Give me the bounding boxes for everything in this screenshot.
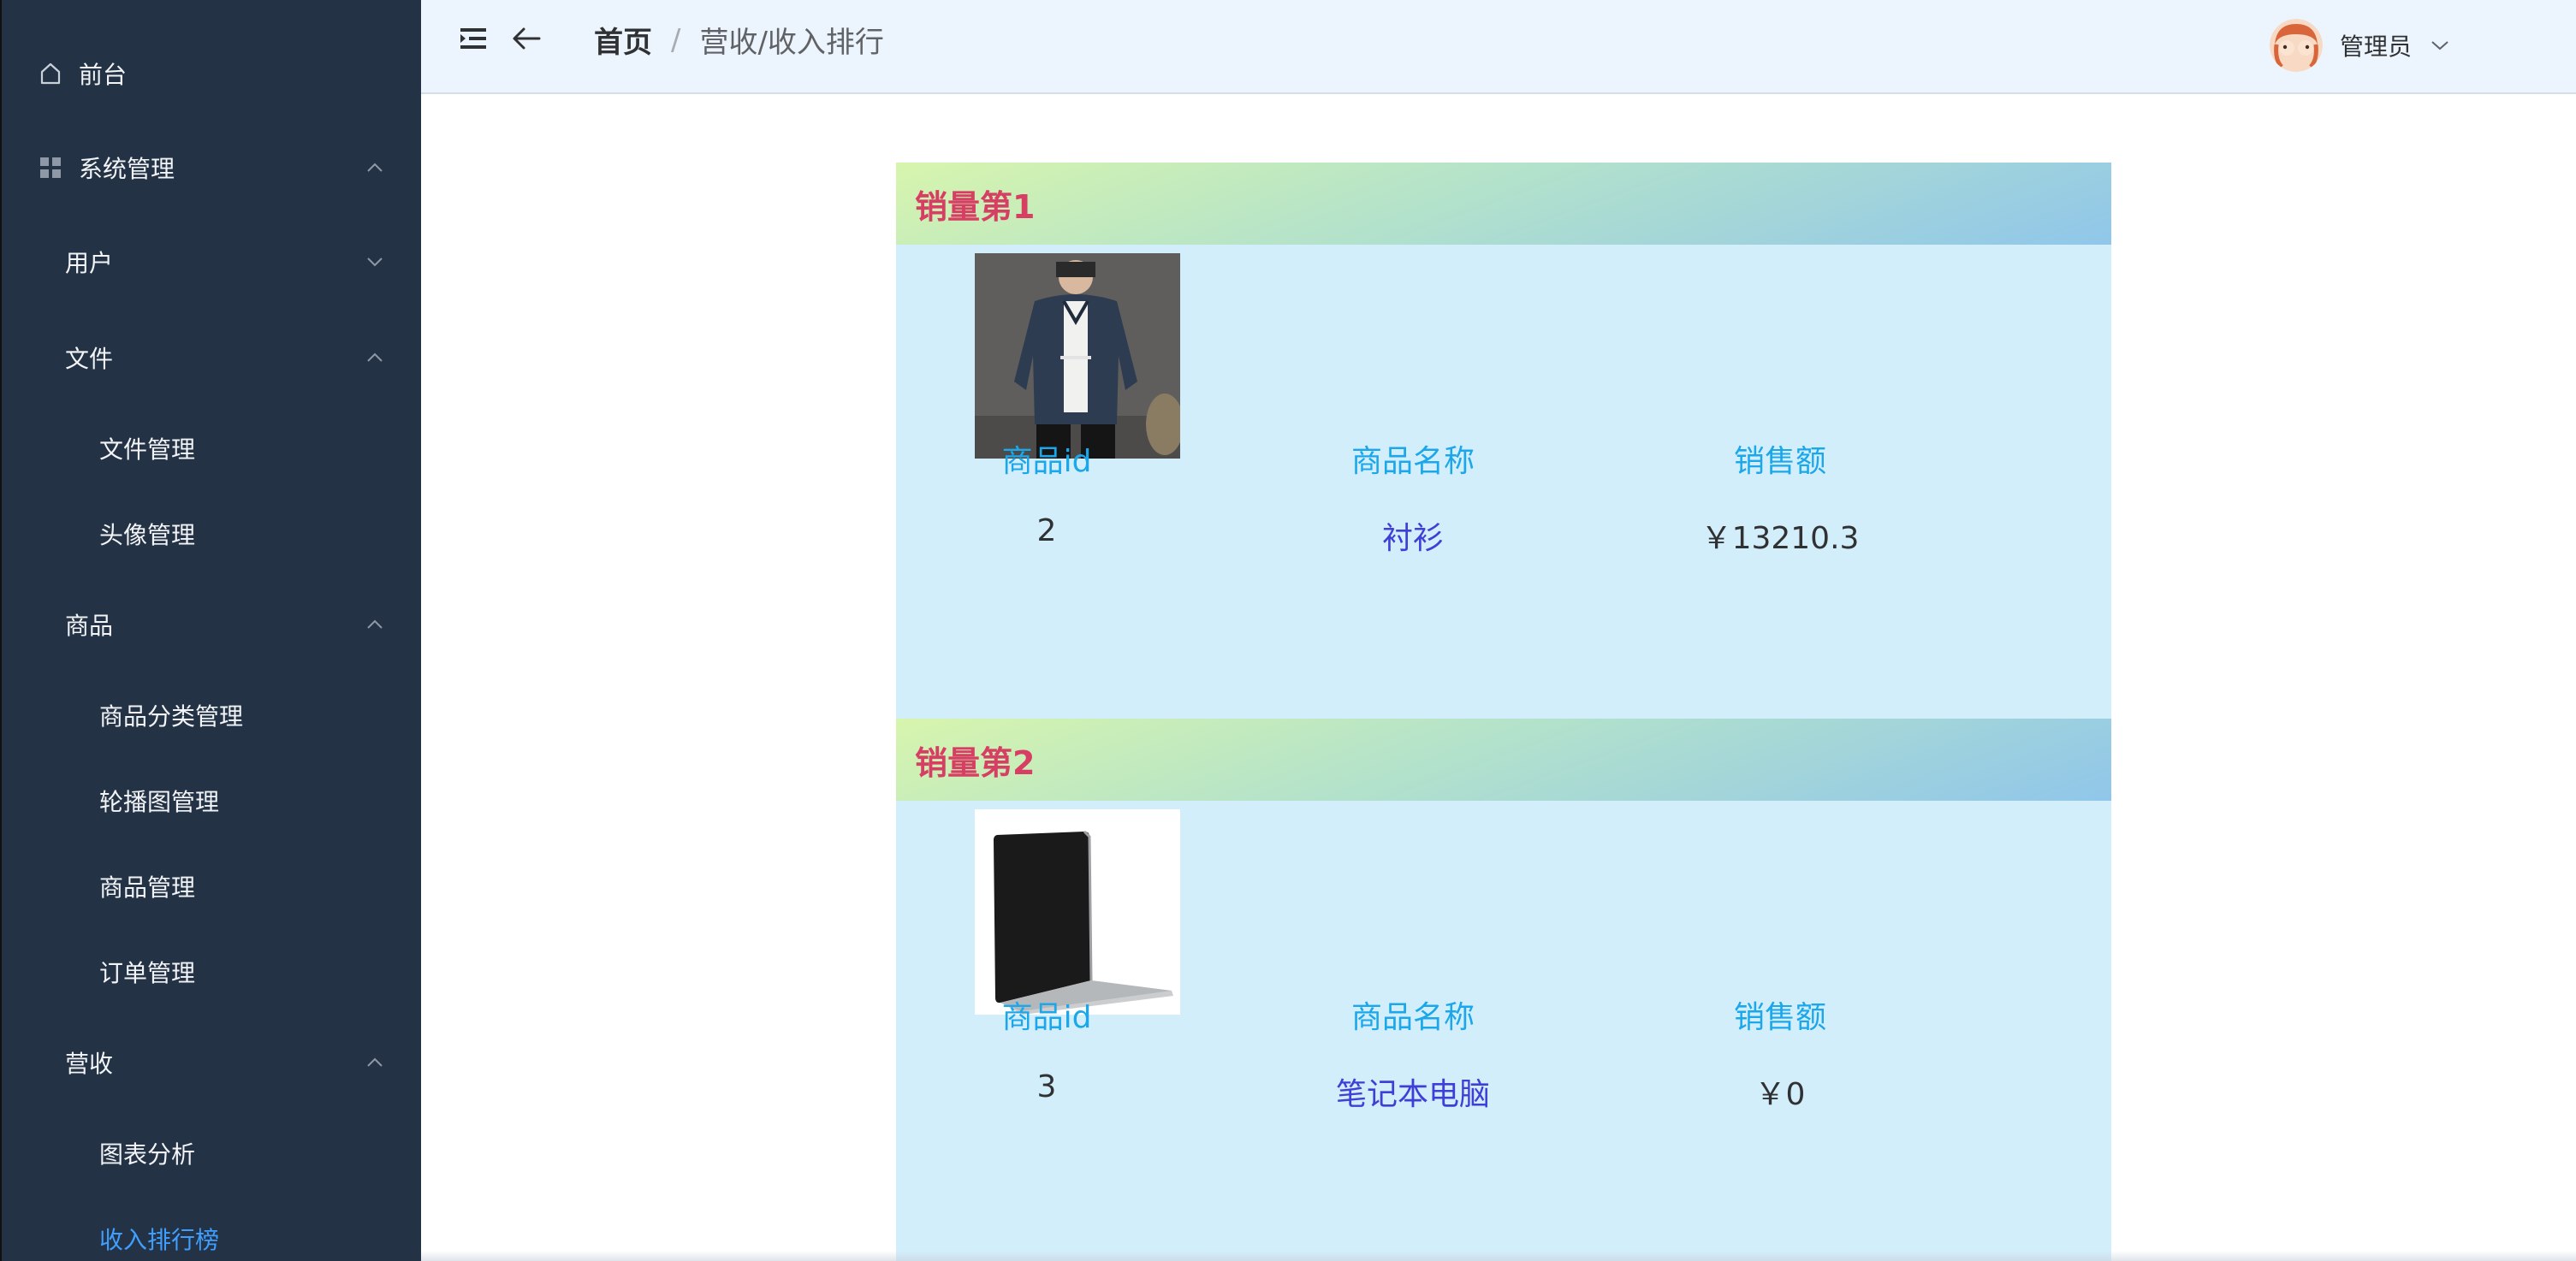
- column-header-product-id: 商品id: [1001, 1000, 1092, 1035]
- menu-fold-icon[interactable]: [459, 26, 488, 51]
- column-header-product-id: 商品id: [1001, 444, 1092, 479]
- column-header-sales: 销售额: [1733, 1000, 1827, 1035]
- sidebar-item-avatar-management[interactable]: 头像管理: [2, 510, 421, 558]
- sidebar-item-label: 文件: [65, 345, 114, 373]
- sidebar-item-label: 图表分析: [99, 1140, 196, 1169]
- chevron-up-icon: [367, 619, 383, 629]
- sidebar-item-label: 收入排行榜: [99, 1226, 220, 1254]
- sidebar-item-users[interactable]: 用户: [2, 238, 421, 286]
- sidebar-item-label: 轮播图管理: [99, 788, 220, 816]
- sidebar-item-files[interactable]: 文件: [2, 334, 421, 382]
- product-id-value: 3: [1036, 1069, 1057, 1104]
- chevron-up-icon: [367, 352, 383, 362]
- ranking-title: 销量第2: [915, 743, 1036, 782]
- sidebar-item-label: 头像管理: [99, 521, 196, 549]
- breadcrumb-current: 营收/收入排行: [699, 26, 884, 60]
- ranking-card: 销量第1 商品id 商品名称 销售额 2 衬衫 ￥13210.3: [896, 163, 2111, 719]
- ranking-title: 销量第1: [915, 187, 1036, 226]
- page-bottom-shadow: [421, 1251, 2576, 1261]
- chevron-down-icon: [367, 258, 383, 267]
- chevron-up-icon: [367, 1057, 383, 1067]
- sales-amount-value: ￥13210.3: [1701, 521, 1860, 556]
- sidebar-item-label: 商品管理: [99, 873, 196, 902]
- sidebar-item-label: 用户: [65, 249, 114, 277]
- sidebar-item-revenue-ranking[interactable]: 收入排行榜: [2, 1215, 421, 1261]
- user-dropdown[interactable]: 管理员: [2269, 19, 2449, 72]
- sidebar-item-label: 商品分类管理: [99, 702, 244, 731]
- sidebar-item-label: 商品: [65, 612, 114, 640]
- sidebar-item-goods-management[interactable]: 商品管理: [2, 862, 421, 910]
- avatar-icon: [2269, 19, 2323, 72]
- sidebar-item-label: 营收: [65, 1050, 114, 1078]
- product-name-value: 笔记本电脑: [1335, 1077, 1491, 1112]
- sidebar-item-category-management[interactable]: 商品分类管理: [2, 691, 421, 739]
- breadcrumb-home[interactable]: 首页: [594, 19, 652, 61]
- chevron-down-icon: [2431, 41, 2448, 50]
- sidebar-item-order-management[interactable]: 订单管理: [2, 948, 421, 996]
- ranking-card-header: 销量第2: [896, 719, 2111, 801]
- sidebar-item-label: 文件管理: [99, 435, 196, 464]
- sidebar-item-carousel-management[interactable]: 轮播图管理: [2, 777, 421, 825]
- column-header-product-name: 商品名称: [1350, 1000, 1475, 1035]
- sidebar-item-label: 订单管理: [99, 959, 196, 987]
- sidebar-item-file-management[interactable]: 文件管理: [2, 424, 421, 472]
- ranking-card: 销量第2 商品id 商品名称 销售额 3 笔记本电脑 ￥0: [896, 719, 2111, 1261]
- sidebar-item-system-management[interactable]: 系统管理: [2, 144, 421, 192]
- sidebar-item-label: 系统管理: [79, 155, 175, 183]
- grid-icon: [40, 157, 61, 178]
- home-icon: [40, 62, 61, 85]
- laptop-image: [975, 809, 1180, 1015]
- column-header-product-name: 商品名称: [1350, 444, 1475, 479]
- breadcrumb-separator: /: [671, 22, 681, 57]
- sidebar-item-label: 前台: [79, 61, 128, 89]
- user-name: 管理员: [2339, 33, 2412, 61]
- top-header: 首页 / 营收/收入排行 管理员: [421, 0, 2576, 94]
- product-name-value: 衬衫: [1381, 521, 1445, 556]
- arrow-left-icon[interactable]: [512, 26, 541, 51]
- ranking-card-header: 销量第1: [896, 163, 2111, 245]
- breadcrumb: 首页 / 营收/收入排行: [594, 19, 884, 61]
- main-content: 销量第1 商品id 商品名称 销售额 2 衬衫 ￥13210.3 销量第2 商品…: [421, 94, 2576, 1261]
- sidebar-item-chart-analysis[interactable]: 图表分析: [2, 1129, 421, 1177]
- sidebar-item-goods[interactable]: 商品: [2, 601, 421, 648]
- chevron-up-icon: [367, 163, 383, 172]
- shirt-image: [975, 253, 1180, 459]
- sidebar-item-revenue[interactable]: 营收: [2, 1039, 421, 1086]
- product-id-value: 2: [1036, 513, 1057, 548]
- column-header-sales: 销售额: [1733, 444, 1827, 479]
- sales-amount-value: ￥0: [1754, 1077, 1806, 1112]
- sidebar-item-frontend[interactable]: 前台: [2, 50, 421, 98]
- sidebar: 前台 系统管理 用户 文件 文件管理 头像管理 商品 商品分类管理 轮播图管理 …: [0, 0, 421, 1261]
